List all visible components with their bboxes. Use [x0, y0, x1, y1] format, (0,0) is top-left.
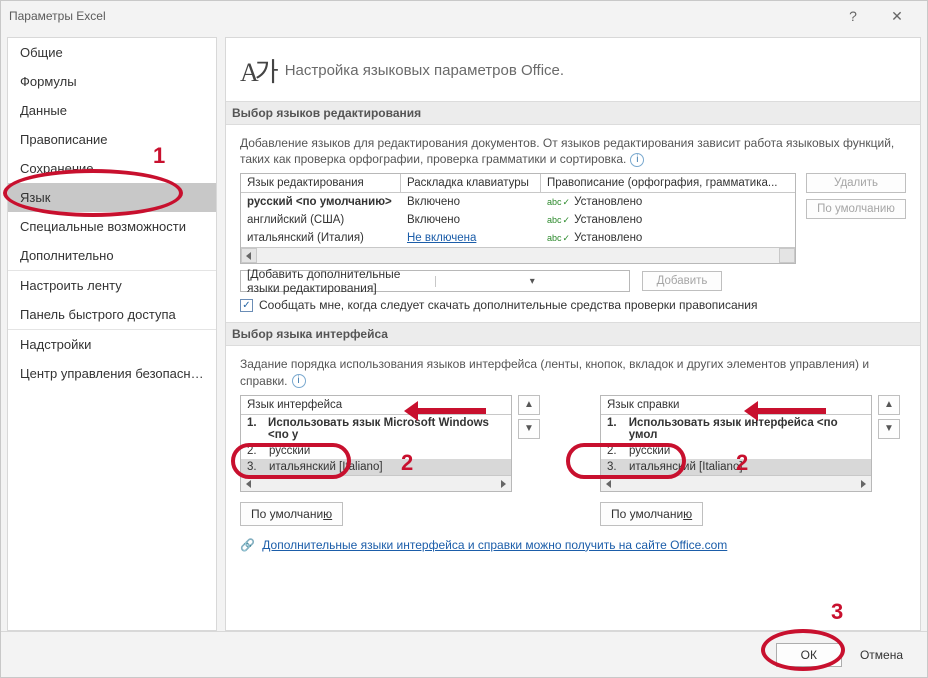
sidebar-item[interactable]: Настроить ленту: [8, 271, 216, 300]
sidebar-item[interactable]: Общие: [8, 38, 216, 67]
table-hscroll[interactable]: [241, 247, 795, 263]
table-row[interactable]: русский <по умолчанию>ВключеноabcУстанов…: [241, 193, 795, 211]
editing-languages-table[interactable]: Язык редактирования Раскладка клавиатуры…: [240, 173, 796, 264]
sidebar-item[interactable]: Правописание: [8, 125, 216, 154]
more-languages-link[interactable]: Дополнительные языки интерфейса и справк…: [262, 538, 727, 552]
col-proofing: Правописание (орфография, грамматика...: [541, 174, 795, 192]
close-icon[interactable]: ✕: [875, 8, 919, 25]
sidebar-item[interactable]: Формулы: [8, 67, 216, 96]
move-down-button[interactable]: ▼: [878, 419, 900, 439]
section-iface-title: Выбор языка интерфейса: [226, 322, 920, 346]
list-item[interactable]: 2.русский: [601, 443, 871, 459]
sidebar-item[interactable]: Специальные возможности: [8, 212, 216, 241]
move-down-button[interactable]: ▼: [518, 419, 540, 439]
ok-button[interactable]: ОК: [776, 643, 842, 667]
window-title: Параметры Excel: [9, 9, 106, 23]
sidebar-item[interactable]: Дополнительно: [8, 241, 216, 270]
sidebar-item[interactable]: Язык: [8, 183, 216, 212]
list-head-display: Язык интерфейса: [241, 396, 511, 415]
page-title: Настройка языковых параметров Office.: [285, 62, 564, 79]
list-item[interactable]: 3.итальянский [Italiano]: [241, 459, 511, 475]
list-item[interactable]: 3.итальянский [Italiano]: [601, 459, 871, 475]
display-default-button[interactable]: По умолчанию: [240, 502, 343, 526]
dialog-footer: ОК Отмена: [1, 631, 927, 677]
chevron-down-icon[interactable]: ▾: [435, 276, 630, 287]
cancel-button[interactable]: Отмена: [852, 644, 911, 666]
set-default-button[interactable]: По умолчанию: [806, 199, 906, 219]
sidebar-item[interactable]: Надстройки: [8, 330, 216, 359]
info-icon[interactable]: i: [630, 153, 644, 167]
section-edit-desc: Добавление языков для редактирования док…: [240, 135, 906, 167]
sidebar: ОбщиеФормулыДанныеПравописаниеСохранение…: [7, 37, 217, 631]
proofing-ok-icon: abc: [547, 234, 570, 243]
sidebar-item[interactable]: Панель быстрого доступа: [8, 300, 216, 329]
sidebar-item[interactable]: Данные: [8, 96, 216, 125]
display-language-list[interactable]: Язык интерфейса 1.Использовать язык Micr…: [240, 395, 512, 492]
remove-button[interactable]: Удалить: [806, 173, 906, 193]
help-language-list[interactable]: Язык справки 1.Использовать язык интерфе…: [600, 395, 872, 492]
options-window: Параметры Excel ? ✕ ОбщиеФормулыДанныеПр…: [0, 0, 928, 678]
help-default-button[interactable]: По умолчанию: [600, 502, 703, 526]
notify-checkbox[interactable]: ✓: [240, 299, 253, 312]
notify-label: Сообщать мне, когда следует скачать допо…: [259, 298, 758, 312]
table-row[interactable]: итальянский (Италия)Не включенаabcУстано…: [241, 229, 795, 247]
titlebar: Параметры Excel ? ✕: [1, 1, 927, 31]
sidebar-item[interactable]: Сохранение: [8, 154, 216, 183]
list-item[interactable]: 1.Использовать язык интерфейса <по умол: [601, 415, 871, 443]
table-row[interactable]: английский (США)ВключеноabcУстановлено: [241, 211, 795, 229]
sidebar-item[interactable]: Центр управления безопасностью: [8, 359, 216, 388]
list-hscroll[interactable]: [601, 475, 871, 491]
col-keyboard: Раскладка клавиатуры: [401, 174, 541, 192]
link-icon: 🔗: [240, 538, 255, 552]
info-icon[interactable]: i: [292, 374, 306, 388]
content-pane: A가 Настройка языковых параметров Office.…: [225, 37, 921, 631]
language-icon: A가: [240, 52, 275, 89]
move-up-button[interactable]: ▲: [518, 395, 540, 415]
col-lang: Язык редактирования: [241, 174, 401, 192]
section-iface-desc: Задание порядка использования языков инт…: [240, 356, 906, 388]
section-edit-title: Выбор языков редактирования: [226, 101, 920, 125]
proofing-ok-icon: abc: [547, 216, 570, 225]
list-item[interactable]: 2.русский: [241, 443, 511, 459]
add-language-combo[interactable]: [Добавить дополнительные языки редактиро…: [240, 270, 630, 292]
proofing-ok-icon: abc: [547, 198, 570, 207]
list-item[interactable]: 1.Использовать язык Microsoft Windows <п…: [241, 415, 511, 443]
move-up-button[interactable]: ▲: [878, 395, 900, 415]
help-icon[interactable]: ?: [831, 8, 875, 24]
list-hscroll[interactable]: [241, 475, 511, 491]
list-head-help: Язык справки: [601, 396, 871, 415]
add-button[interactable]: Добавить: [642, 271, 722, 291]
